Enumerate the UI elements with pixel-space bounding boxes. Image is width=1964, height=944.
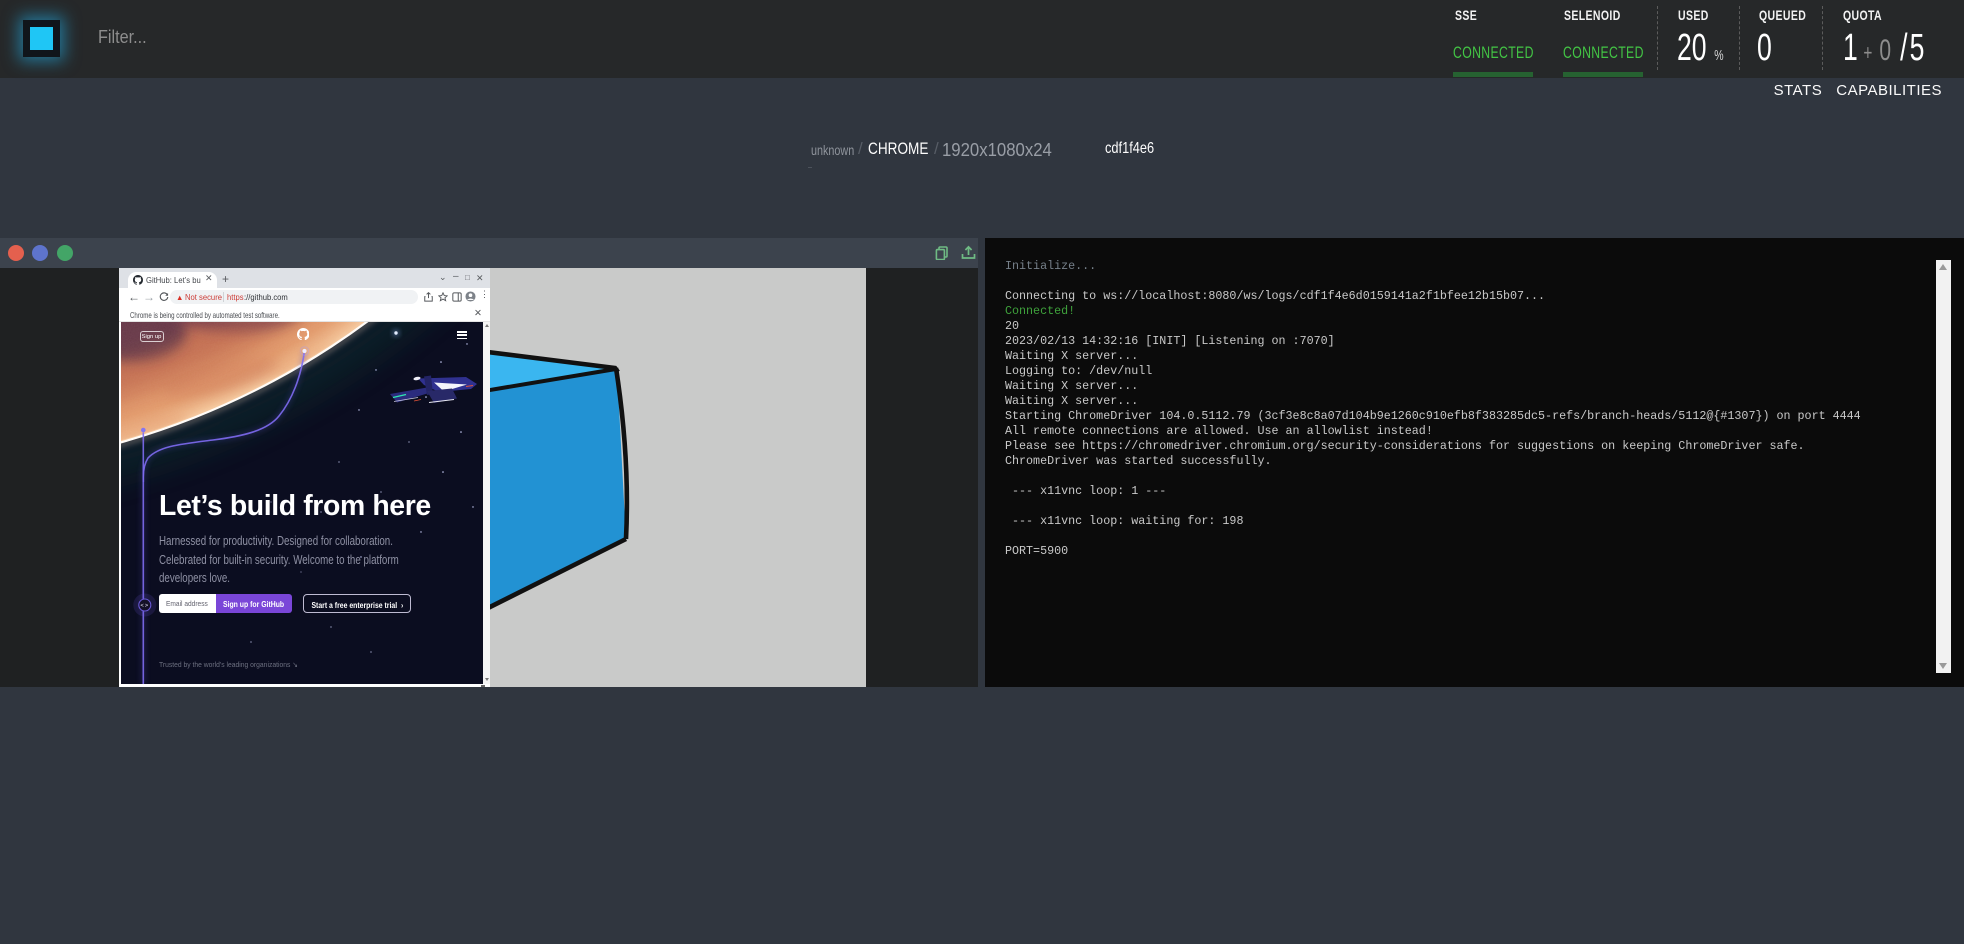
svg-text:<>: <>	[140, 602, 149, 609]
